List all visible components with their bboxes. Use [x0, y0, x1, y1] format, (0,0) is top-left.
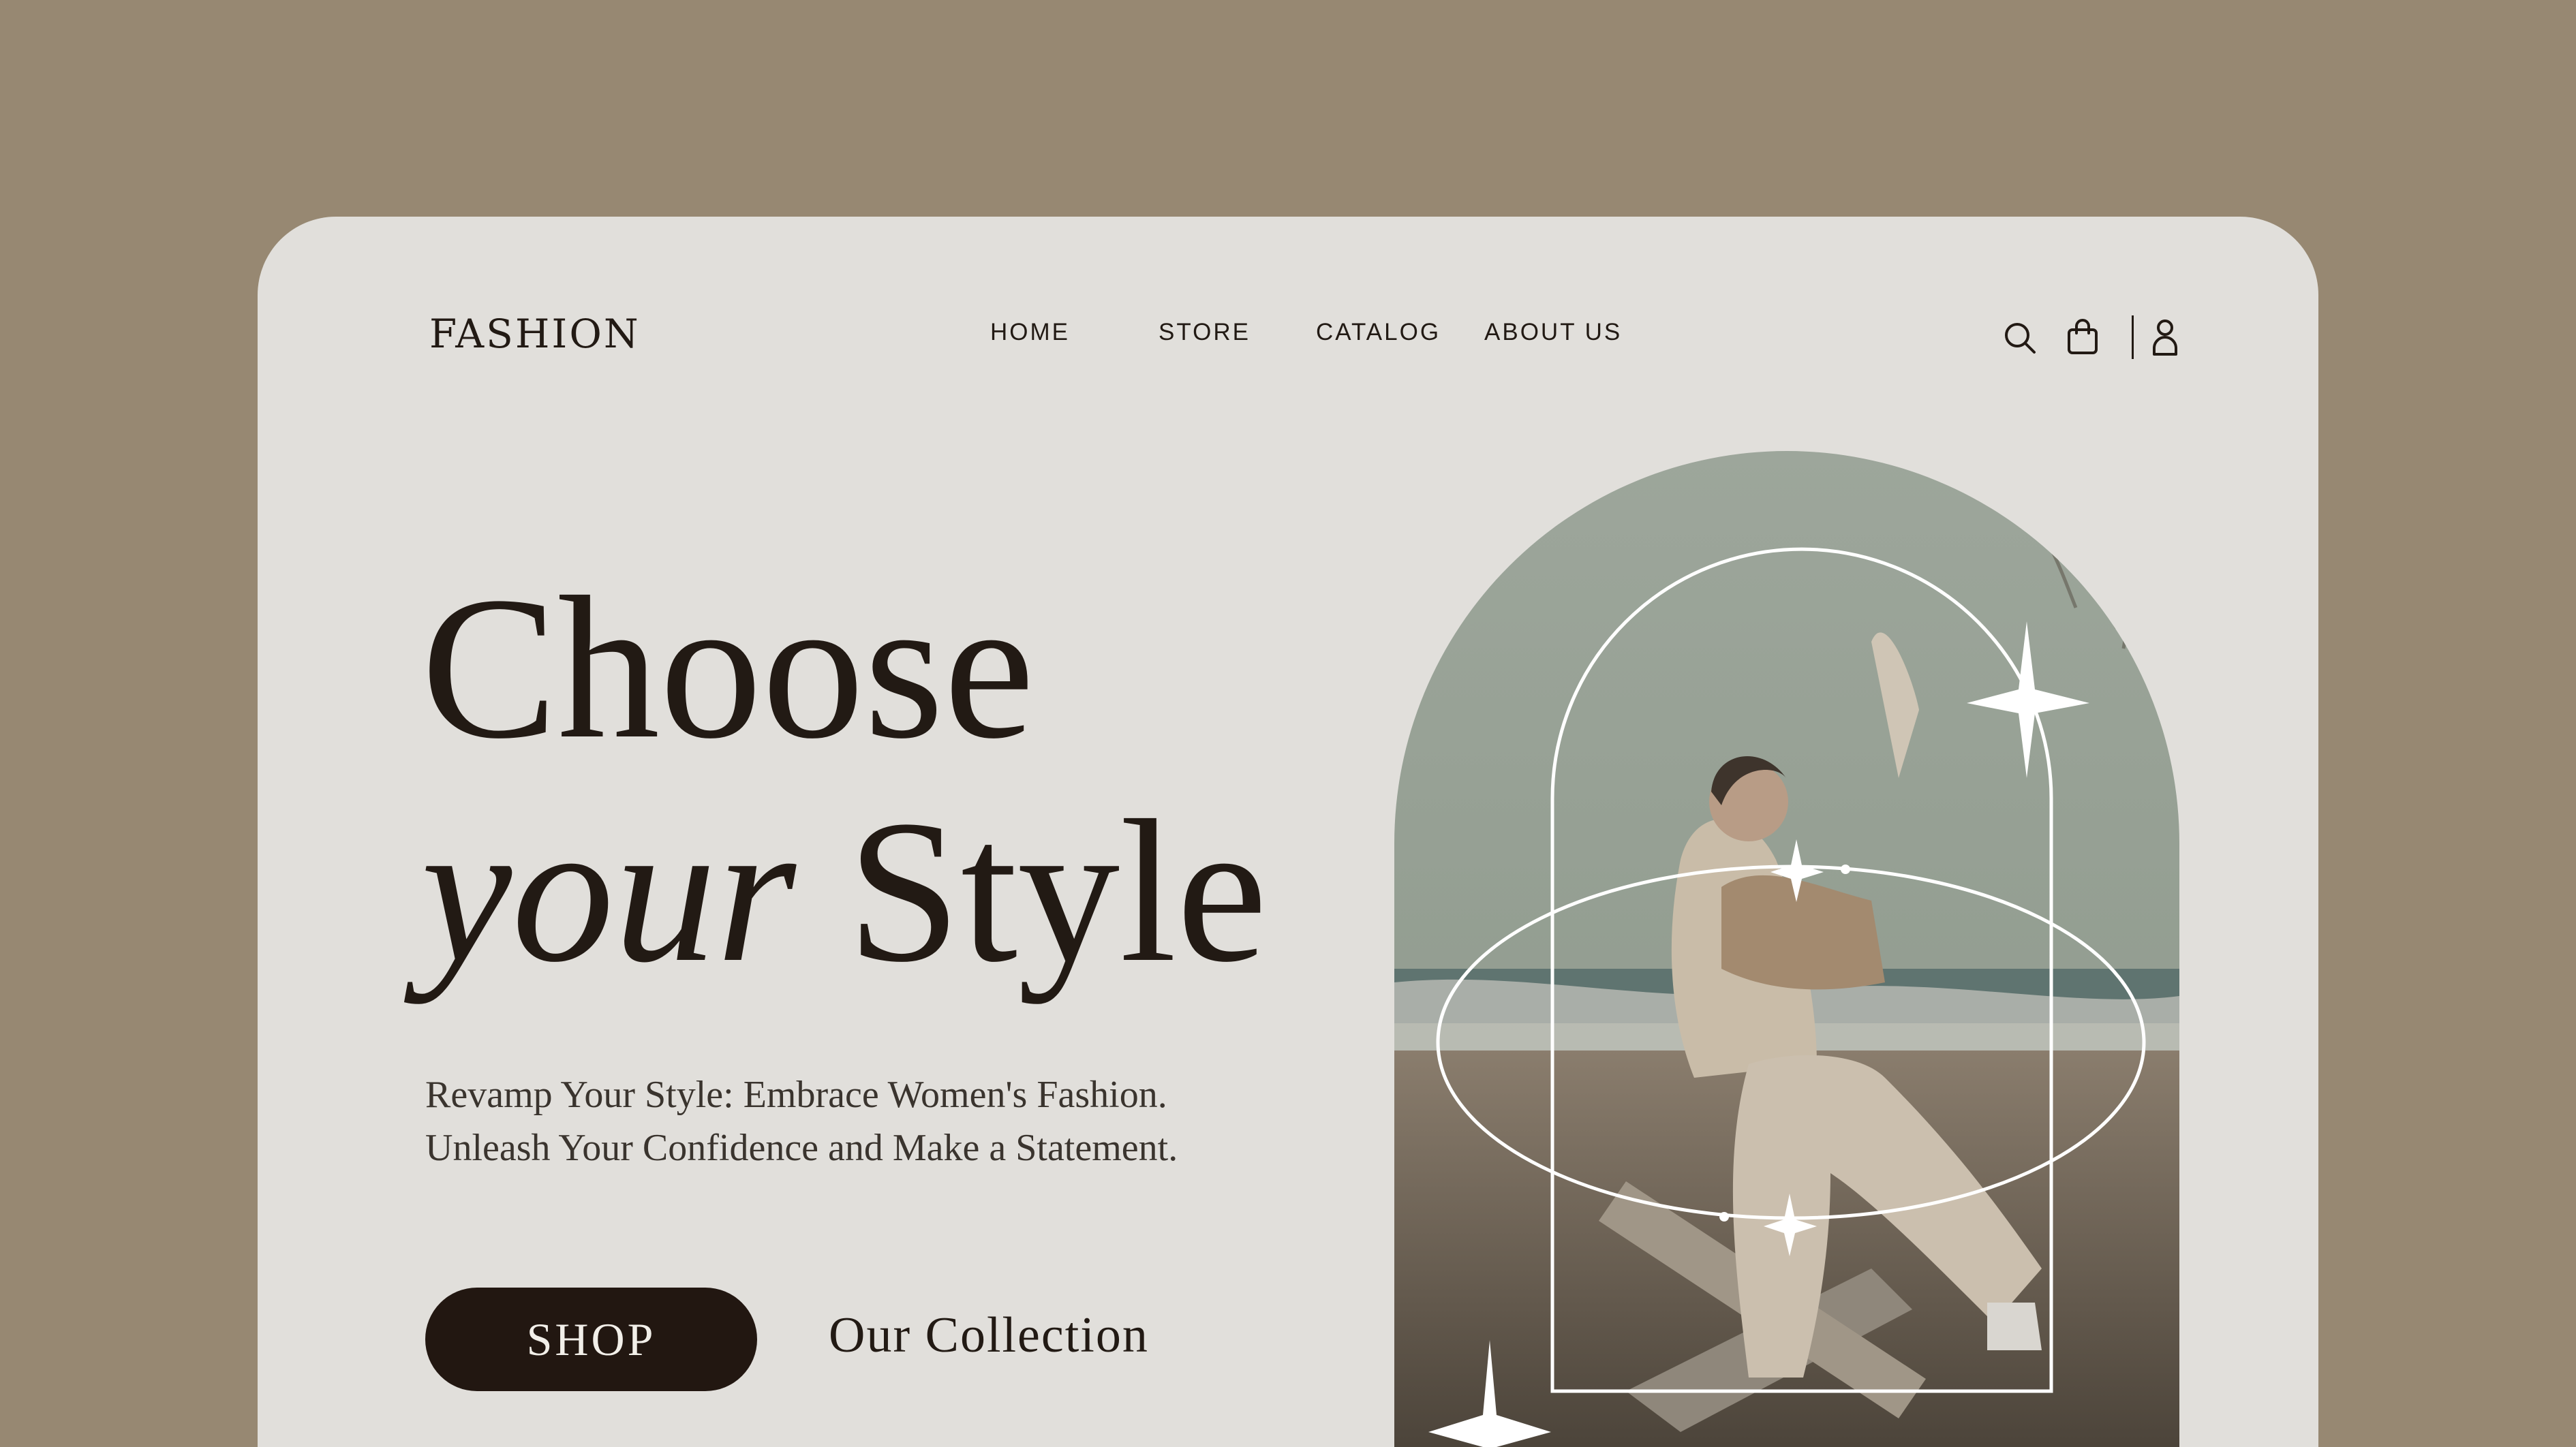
header-divider [2132, 315, 2134, 359]
brand-logo[interactable]: FASHION [429, 311, 641, 357]
user-icon[interactable] [2149, 316, 2181, 358]
shopping-bag-icon[interactable] [2064, 316, 2102, 357]
headline-line-2: your Style [421, 789, 1268, 993]
nav-item-store[interactable]: STORE [1159, 319, 1251, 346]
headline-italic-word: your [421, 778, 796, 1004]
hero-card: FASHION HOME STORE CATALOG ABOUT US Choo… [258, 217, 2318, 1447]
nav-item-catalog[interactable]: CATALOG [1316, 319, 1441, 346]
hero-photo [1394, 451, 2179, 1447]
headline-word-style: Style [846, 778, 1268, 1004]
subtitle-line-2: Unleash Your Confidence and Make a State… [425, 1127, 1178, 1169]
nav-item-about-us[interactable]: ABOUT US [1484, 319, 1622, 346]
nav-item-home[interactable]: HOME [990, 319, 1070, 346]
our-collection-link[interactable]: Our Collection [829, 1307, 1149, 1365]
hero-subtitle: Revamp Your Style: Embrace Women's Fashi… [425, 1068, 1178, 1174]
search-icon[interactable] [2001, 319, 2039, 357]
shop-button[interactable]: SHOP [425, 1288, 757, 1391]
subtitle-line-1: Revamp Your Style: Embrace Women's Fashi… [425, 1074, 1167, 1116]
headline-line-1: Choose [421, 555, 1034, 781]
